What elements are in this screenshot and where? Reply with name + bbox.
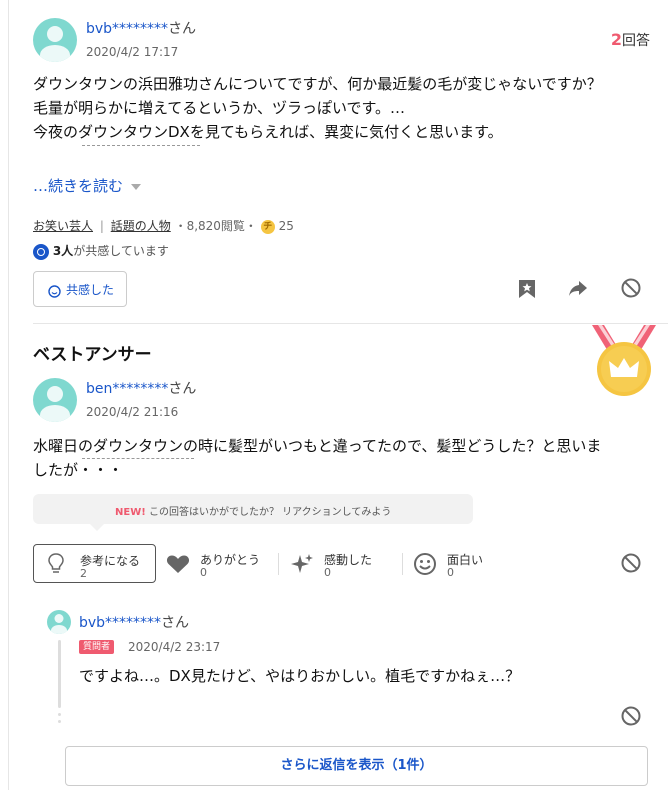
reply-username[interactable]: bvb********さん — [79, 612, 189, 632]
share-icon[interactable] — [568, 280, 588, 297]
coin-icon: チ — [260, 219, 275, 234]
thread-dot — [58, 713, 61, 716]
answer-username[interactable]: ben********さん — [86, 378, 196, 398]
block-icon[interactable] — [621, 706, 641, 726]
smile-icon — [413, 552, 437, 580]
avatar[interactable] — [47, 610, 71, 634]
answer-date: 2020/4/2 21:16 — [86, 405, 179, 419]
block-icon[interactable] — [621, 553, 641, 573]
sparkle-icon — [290, 552, 314, 580]
view-count: ・8,820閲覧・ — [174, 219, 257, 233]
reaction-helpful-button[interactable]: 参考になる 2 — [33, 544, 156, 583]
empathy-smile-icon — [48, 283, 61, 302]
question-username[interactable]: bvb********さん — [86, 18, 196, 38]
reaction-funny-button[interactable]: 面白い 0 — [413, 544, 523, 583]
section-divider — [33, 323, 668, 324]
empathy-icon — [33, 243, 49, 260]
heart-icon — [166, 554, 190, 578]
answer-line-2: したが・・・ — [33, 461, 124, 479]
block-icon[interactable] — [621, 278, 641, 298]
category-link[interactable]: お笑い芸人 — [33, 219, 93, 233]
best-answer-heading: ベストアンサー — [33, 345, 152, 365]
meta-row: お笑い芸人 | 話題の人物 ・8,820閲覧・ チ 25 — [33, 219, 294, 234]
reaction-thanks-button[interactable]: ありがとう 0 — [166, 544, 276, 583]
keyword-underline — [82, 458, 194, 459]
thread-line — [58, 640, 61, 708]
keyword-underline — [82, 145, 200, 146]
show-more-replies-button[interactable]: さらに返信を表示（1件） — [65, 746, 648, 786]
answer-line-1: 水曜日のダウンタウンの時に髪型がいつもと違ってたので、髪型どうした？と思いま — [33, 437, 602, 455]
caret-down-icon — [131, 183, 142, 191]
bookmark-icon[interactable] — [518, 279, 536, 299]
left-border — [8, 0, 9, 790]
avatar[interactable] — [33, 378, 77, 422]
best-answer-medal-icon — [590, 320, 658, 402]
lightbulb-icon — [48, 553, 64, 579]
reply-text: ですよね…。DX見たけど、やはりおかしい。植毛ですかねぇ…？ — [79, 667, 521, 685]
reaction-divider — [278, 553, 279, 575]
reaction-moved-button[interactable]: 感動した 0 — [290, 544, 400, 583]
empathy-button[interactable]: 共感した — [33, 271, 127, 307]
question-line-1: ダウンタウンの浜田雅功さんについてですが、何か最近髪の毛が変じゃないですか？ — [33, 75, 602, 93]
thread-dot — [58, 720, 61, 723]
read-more-link[interactable]: …続きを読む — [33, 175, 142, 196]
question-date: 2020/4/2 17:17 — [86, 45, 179, 59]
coin-count: 25 — [278, 219, 294, 233]
question-line-2: 毛量が明らかに増えてるというか、ヅラっぽいです。… — [33, 99, 406, 117]
reaction-prompt: NEW! この回答はいかがでしたか？ リアクションしてみよう — [33, 494, 473, 531]
avatar[interactable] — [33, 18, 77, 62]
empathy-summary: 3人が共感しています — [33, 242, 169, 260]
reply-date: 2020/4/2 23:17 — [128, 640, 221, 654]
category-link[interactable]: 話題の人物 — [111, 219, 171, 233]
reaction-divider — [402, 553, 403, 575]
answer-count[interactable]: 2回答 — [611, 30, 650, 50]
question-line-3: 今夜のダウンタウンDXを見てもらえれば、異変に気付くと思います。 — [33, 123, 503, 141]
questioner-badge: 質問者 — [79, 640, 115, 654]
